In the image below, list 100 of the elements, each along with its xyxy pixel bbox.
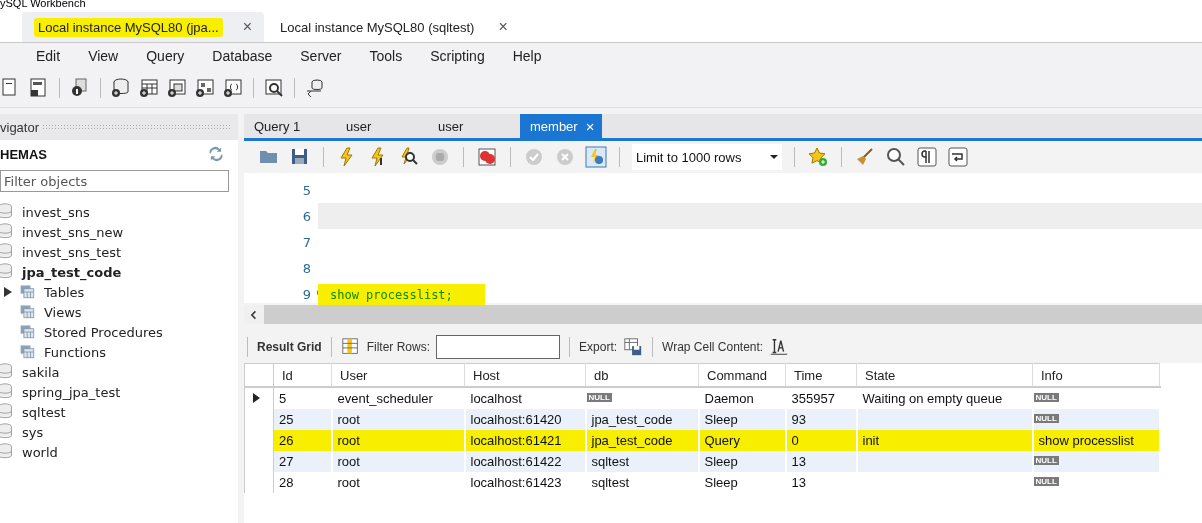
- search-icon[interactable]: [885, 146, 907, 168]
- column-header[interactable]: State: [856, 363, 1033, 387]
- close-icon[interactable]: ×: [242, 18, 252, 36]
- line-number: 9: [302, 286, 311, 302]
- table-cell: Sleep: [704, 412, 738, 427]
- table-cell: Sleep: [704, 475, 738, 490]
- menu-item[interactable]: Scripting: [416, 48, 499, 64]
- table-cell: 5: [279, 391, 287, 406]
- table-cell: root: [337, 454, 360, 469]
- table-cell: 27: [279, 454, 294, 469]
- tree-item[interactable]: sys: [0, 422, 238, 442]
- table-cell: localhost:61423: [470, 475, 562, 490]
- add-procedure-icon[interactable]: [194, 77, 216, 99]
- query-tab[interactable]: user: [428, 114, 520, 138]
- column-header[interactable]: User: [331, 363, 465, 387]
- query-tab[interactable]: member ×: [520, 114, 603, 138]
- add-table-icon[interactable]: [138, 77, 160, 99]
- row-header[interactable]: [244, 387, 274, 409]
- section-title: HEMAS: [0, 146, 47, 162]
- filter-rows-field[interactable]: [436, 335, 561, 359]
- close-icon[interactable]: ×: [498, 18, 508, 36]
- table-cell: jpa_test_code: [591, 433, 673, 448]
- line-number: 6: [302, 208, 311, 224]
- table-cell: event_scheduler: [337, 391, 433, 406]
- database-arrows-icon[interactable]: [304, 77, 326, 99]
- query-tab[interactable]: user: [336, 114, 428, 138]
- wrap-icon[interactable]: [947, 146, 969, 168]
- stop-error-icon[interactable]: [476, 146, 498, 168]
- menu-item[interactable]: Help: [498, 48, 556, 64]
- panel-title: vigator: [0, 119, 40, 135]
- add-database-icon[interactable]: [110, 77, 132, 99]
- tree-item[interactable]: invest_sns_test: [0, 242, 238, 262]
- column-header[interactable]: db: [585, 363, 699, 387]
- wrap-label: Wrap Cell Content:: [662, 340, 764, 354]
- filter-label: Filter Rows:: [366, 340, 431, 354]
- column-header[interactable]: Command: [698, 363, 786, 387]
- table-cell: Sleep: [704, 454, 738, 469]
- menu-item[interactable]: Query: [132, 48, 199, 64]
- inspect-icon[interactable]: [263, 77, 285, 99]
- connection-tab[interactable]: Local instance MySQL80 (sqltest) ×: [264, 12, 520, 42]
- tree-item[interactable]: sqltest: [0, 402, 238, 422]
- table-cell: 25: [279, 412, 294, 427]
- auto-commit-icon[interactable]: [585, 146, 607, 168]
- tree-item[interactable]: Stored Procedures: [4, 322, 238, 342]
- query-tab[interactable]: Query 1: [244, 114, 336, 138]
- check-icon[interactable]: [523, 146, 545, 168]
- column-header[interactable]: Id: [273, 363, 332, 387]
- table-cell: Query: [704, 433, 740, 448]
- tree-item[interactable]: Functions: [4, 342, 238, 362]
- table-cell: localhost:61420: [470, 412, 562, 427]
- tree-item[interactable]: Views: [4, 302, 238, 322]
- table-cell: 26: [279, 433, 294, 448]
- column-toggle-icon[interactable]: [340, 337, 361, 357]
- table-cell: localhost:61422: [470, 454, 562, 469]
- wrap-cell-icon[interactable]: [769, 337, 790, 357]
- line-number: 7: [302, 234, 311, 250]
- export-label: Export:: [579, 340, 618, 354]
- add-function-icon[interactable]: [222, 77, 244, 99]
- filter-field[interactable]: Filter objects: [0, 170, 229, 192]
- close-icon[interactable]: ×: [585, 117, 595, 135]
- refresh-icon[interactable]: [208, 146, 224, 162]
- result-grid-tab[interactable]: Result Grid: [257, 340, 322, 354]
- limit-dropdown[interactable]: Limit to 1000 rows: [632, 144, 782, 170]
- table-cell: 28: [279, 475, 294, 490]
- tree-item[interactable]: world: [0, 442, 238, 462]
- export-icon[interactable]: [623, 337, 644, 357]
- table-cell: show processlist: [1038, 433, 1134, 448]
- menu-item[interactable]: View: [74, 48, 133, 64]
- table-cell: localhost:61421: [470, 433, 562, 448]
- table-cell: sqltest: [591, 454, 630, 469]
- column-header[interactable]: Info: [1032, 363, 1160, 387]
- tree-item[interactable]: invest_sns: [0, 202, 238, 222]
- table-cell: Daemon: [704, 391, 754, 406]
- star-add-icon[interactable]: [807, 146, 829, 168]
- tree-item[interactable]: jpa_test_code: [0, 262, 238, 282]
- null-badge: NULL: [1033, 393, 1059, 402]
- row-header: [244, 363, 274, 387]
- column-header[interactable]: Host: [464, 363, 586, 387]
- null-badge: NULL: [1033, 477, 1059, 486]
- table-cell: 13: [791, 475, 806, 490]
- table-cell: 13: [791, 454, 806, 469]
- connection-tab[interactable]: Local instance MySQL80 (jpa... ×: [22, 12, 264, 42]
- tree-item[interactable]: sakila: [0, 362, 238, 382]
- column-header[interactable]: Time: [785, 363, 857, 387]
- menu-item[interactable]: Edit: [22, 48, 75, 64]
- menu-item[interactable]: Server: [286, 48, 356, 64]
- tree-item[interactable]: invest_sns_new: [0, 222, 238, 242]
- add-view-icon[interactable]: [166, 77, 188, 99]
- table-cell: 0: [791, 433, 799, 448]
- pilcrow-icon[interactable]: [916, 146, 938, 168]
- tree-item[interactable]: Tables: [4, 282, 238, 302]
- table-cell: init: [862, 433, 880, 448]
- tree-item[interactable]: spring_jpa_test: [0, 382, 238, 402]
- table-cell: sqltest: [591, 475, 630, 490]
- menu-item[interactable]: Tools: [355, 48, 417, 64]
- table-cell: localhost: [470, 391, 522, 406]
- app-title: ySQL Workbench: [0, 0, 87, 10]
- null-badge: NULL: [1033, 456, 1059, 465]
- menu-item[interactable]: Database: [198, 48, 287, 64]
- expand-arrow-icon[interactable]: [4, 287, 12, 297]
